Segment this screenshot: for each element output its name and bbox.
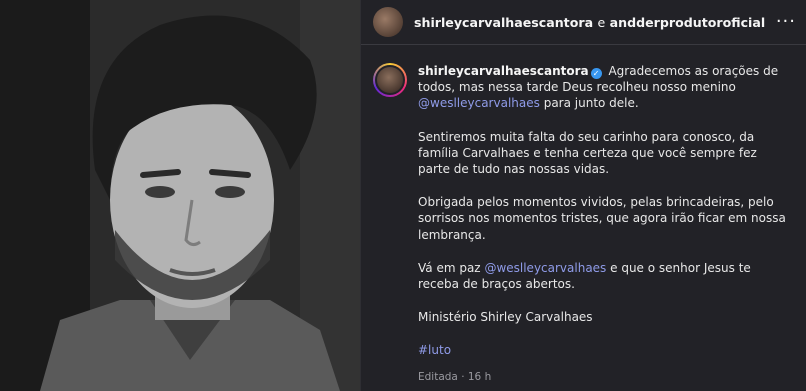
post-side-panel: shirleycarvalhaescantora e andderproduto… (360, 0, 806, 391)
post-meta: Editada · 16 h (418, 370, 492, 383)
post-authors: shirleycarvalhaescantora e andderproduto… (414, 15, 765, 30)
post-header: shirleycarvalhaescantora e andderproduto… (361, 0, 806, 45)
hashtag-link[interactable]: #luto (418, 343, 451, 357)
authors-conjunction: e (597, 14, 606, 30)
mention-link[interactable]: @weslleycarvalhaes (418, 96, 540, 110)
post-photo (0, 0, 360, 391)
instagram-post-view: shirleycarvalhaescantora e andderproduto… (0, 0, 806, 391)
caption-p4-start: Vá em paz (418, 260, 481, 275)
caption-text: shirleycarvalhaescantora ✓ Agradecemos as… (418, 63, 792, 385)
portrait-image (0, 0, 360, 391)
story-ring-avatar[interactable] (373, 63, 407, 97)
author-username-link[interactable]: shirleycarvalhaescantora (414, 15, 593, 30)
caption-block: shirleycarvalhaescantora ✓ Agradecemos as… (361, 45, 806, 385)
caption-username-link[interactable]: shirleycarvalhaescantora (418, 64, 589, 78)
coauthor-username-link[interactable]: andderprodutoroficial (610, 15, 766, 30)
caption-p3: Obrigada pelos momentos vividos, pelas b… (418, 195, 786, 242)
author-avatar[interactable] (373, 7, 403, 37)
more-options-icon[interactable]: ··· (776, 13, 796, 31)
caption-p1-end: para junto dele. (543, 96, 639, 111)
caption-p2: Sentiremos muita falta do seu carinho pa… (418, 129, 757, 177)
avatar (375, 65, 405, 95)
mention-link-2[interactable]: @weslleycarvalhaes (484, 261, 606, 275)
verified-badge-icon: ✓ (590, 68, 602, 79)
caption-signature: Ministério Shirley Carvalhaes (418, 310, 593, 325)
